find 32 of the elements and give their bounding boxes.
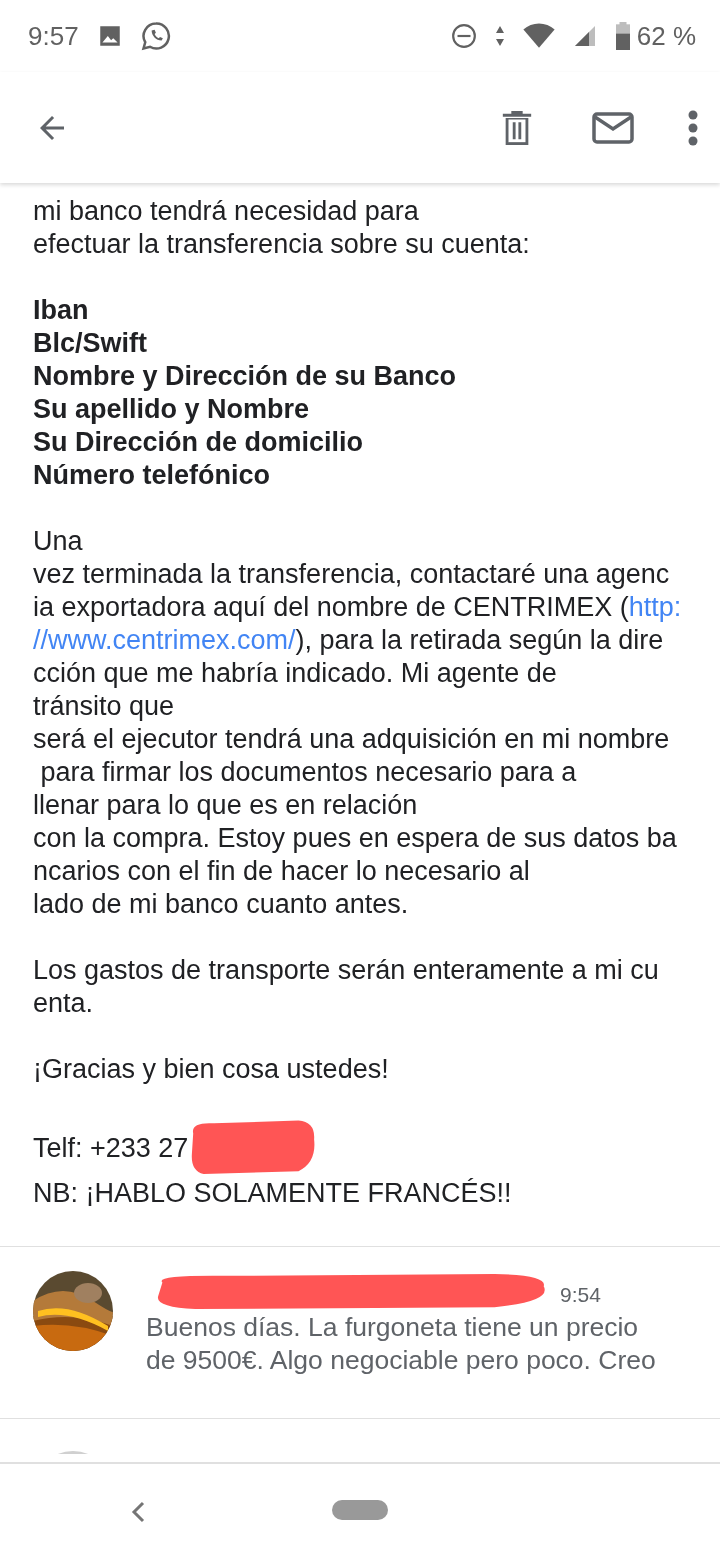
- body-line: será el ejecutor tendrá una adquisición en mi nombre: [33, 723, 671, 756]
- body-line: lado de mi banco cuanto antes.: [33, 888, 410, 921]
- body-line: cción que me habría indicado. Mi agente de: [33, 657, 558, 690]
- body-line: Una: [33, 525, 84, 558]
- body-line: llenar para lo que es en relación: [33, 789, 419, 822]
- body-line: NB: ¡HABLO SOLAMENTE FRANCÉS!!: [33, 1177, 513, 1210]
- body-line: Blc/Swift: [33, 327, 148, 360]
- clock: 9:57: [28, 20, 79, 52]
- body-line: Telf: +233 27: [33, 1131, 189, 1165]
- body-line: Iban: [33, 294, 90, 327]
- body-line: para firmar los documentos necesario para a: [39, 756, 578, 789]
- message-preview: Buenos días. La furgoneta tiene un precio: [146, 1311, 640, 1344]
- body-line: enta.: [33, 987, 95, 1020]
- body-line: efectuar la transferencia sobre su cuenta:: [33, 228, 531, 261]
- body-line: Su apellido y Nombre: [33, 393, 311, 426]
- body-line: ¡Gracias y bien cosa ustedes!: [33, 1053, 390, 1086]
- body-line: ncarios con el fin de hacer lo necesario al: [33, 855, 531, 888]
- message-preview: de 9500€. Algo negociable pero poco. Creo: [146, 1344, 656, 1377]
- body-line: mi banco tendrá necesidad para: [33, 195, 420, 228]
- body-line: Nombre y Dirección de su Banco: [33, 360, 458, 393]
- body-line: Los gastos de transporte serán enteramente a mi cu: [33, 954, 660, 987]
- message-time: 9:54: [560, 1282, 601, 1308]
- body-line: Número telefónico: [33, 459, 272, 492]
- battery-percent: 62 %: [636, 20, 696, 52]
- body-line: con la compra. Estoy pues en espera de sus datos ba: [33, 822, 678, 855]
- body-line: tránsito que: [33, 690, 176, 723]
- body-text: ), para la retirada según la dire: [295, 624, 664, 657]
- body-line: Su Dirección de domicilio: [33, 426, 365, 459]
- link[interactable]: //www.centrimex.com/: [33, 624, 296, 657]
- body-text: ia exportadora aquí del nombre de CENTRIMEX (: [33, 591, 629, 624]
- body-line: vez terminada la transferencia, contactaré una agenc: [33, 558, 671, 591]
- link[interactable]: http:: [628, 591, 682, 624]
